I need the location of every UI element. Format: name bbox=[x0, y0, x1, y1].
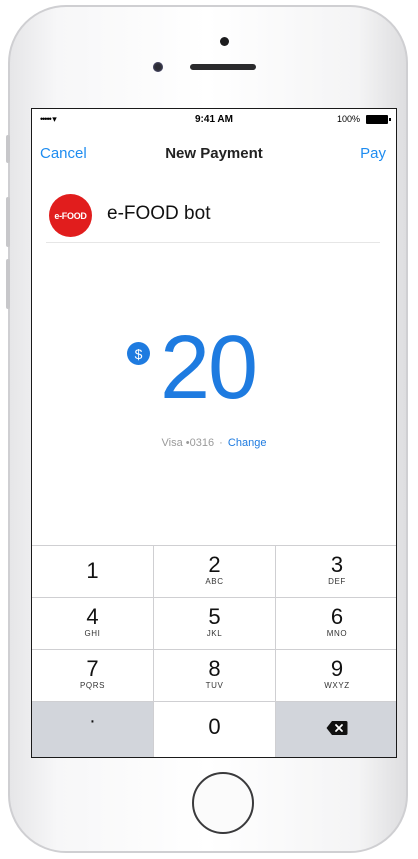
proximity-sensor bbox=[220, 37, 229, 46]
key-8[interactable]: 8 TUV bbox=[154, 650, 276, 702]
home-button[interactable] bbox=[192, 772, 254, 834]
navigation-bar: Cancel New Payment Pay bbox=[32, 139, 396, 169]
pay-button[interactable]: Pay bbox=[360, 145, 386, 162]
key-3[interactable]: 3 DEF bbox=[276, 546, 396, 598]
key-6[interactable]: 6 MNO bbox=[276, 598, 396, 650]
delete-key[interactable] bbox=[276, 702, 396, 757]
screen: ••••• ▾ 9:41 AM 100% Cancel New Payment … bbox=[31, 108, 397, 758]
earpiece-speaker bbox=[190, 64, 256, 70]
battery-icon bbox=[366, 115, 391, 124]
dollar-currency-icon: $ bbox=[127, 342, 150, 365]
key-decimal[interactable]: · bbox=[32, 702, 154, 757]
divider bbox=[46, 242, 380, 243]
payment-method: Visa •0316 · Change bbox=[32, 437, 396, 449]
change-card-link[interactable]: Change bbox=[228, 437, 267, 449]
numeric-keypad: 1 2 ABC 3 DEF 4 GHI 5 JKL 6 MNO 7 PQRS 8… bbox=[32, 545, 396, 757]
status-bar: ••••• ▾ 9:41 AM 100% bbox=[32, 109, 396, 129]
key-5[interactable]: 5 JKL bbox=[154, 598, 276, 650]
front-camera bbox=[153, 62, 163, 72]
recipient-name: e-FOOD bot bbox=[107, 203, 211, 224]
backspace-icon bbox=[326, 720, 348, 736]
page-title: New Payment bbox=[165, 145, 263, 162]
key-1[interactable]: 1 bbox=[32, 546, 154, 598]
key-4[interactable]: 4 GHI bbox=[32, 598, 154, 650]
recipient-logo: e-FOOD bbox=[49, 194, 92, 237]
separator-dot: · bbox=[219, 437, 223, 449]
key-9[interactable]: 9 WXYZ bbox=[276, 650, 396, 702]
key-7[interactable]: 7 PQRS bbox=[32, 650, 154, 702]
card-label: Visa •0316 bbox=[161, 437, 215, 449]
volume-down-button bbox=[6, 259, 10, 309]
payment-amount: 20 bbox=[160, 318, 258, 418]
battery-percentage: 100% bbox=[336, 114, 360, 124]
key-2[interactable]: 2 ABC bbox=[154, 546, 276, 598]
volume-up-button bbox=[6, 197, 10, 247]
key-0[interactable]: 0 bbox=[154, 702, 276, 757]
mute-switch bbox=[6, 135, 10, 163]
